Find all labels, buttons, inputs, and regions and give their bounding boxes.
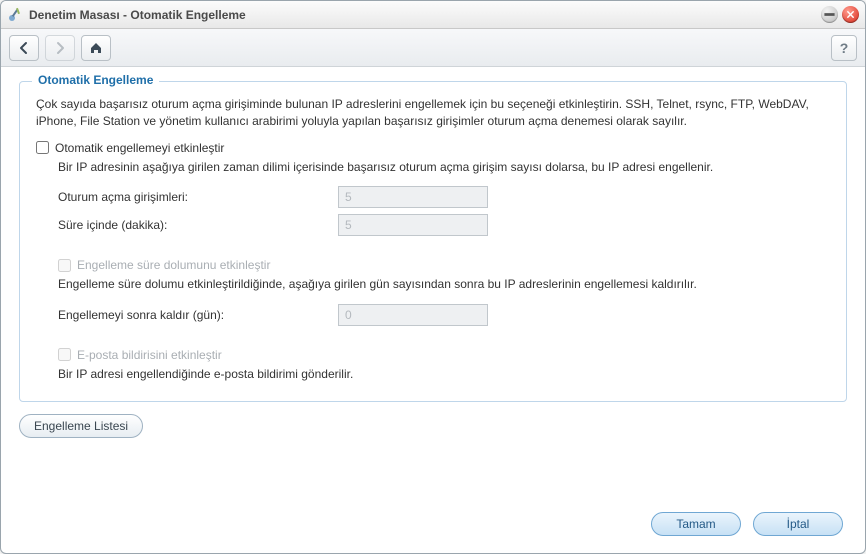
enable-autoblock-row[interactable]: Otomatik engellemeyi etkinleştir: [36, 141, 830, 155]
enable-autoblock-desc: Bir IP adresinin aşağıya girilen zaman d…: [58, 159, 830, 176]
email-desc: Bir IP adresi engellendiğinde e-posta bi…: [58, 366, 830, 383]
forward-button[interactable]: [45, 35, 75, 61]
dialog-footer: Tamam İptal: [1, 501, 865, 553]
block-list-button[interactable]: Engelleme Listesi: [19, 414, 143, 438]
window-title: Denetim Masası - Otomatik Engelleme: [29, 8, 821, 22]
expiration-desc: Engelleme süre dolumu etkinleştirildiğin…: [58, 276, 830, 293]
within-minutes-input[interactable]: [338, 214, 488, 236]
login-attempts-row: Oturum açma girişimleri:: [58, 186, 830, 208]
ok-button[interactable]: Tamam: [651, 512, 741, 536]
enable-email-label: E-posta bildirisini etkinleştir: [77, 348, 222, 362]
close-button[interactable]: [842, 6, 859, 23]
cancel-button[interactable]: İptal: [753, 512, 843, 536]
login-attempts-label: Oturum açma girişimleri:: [58, 190, 338, 204]
app-icon: [7, 7, 23, 23]
enable-autoblock-checkbox[interactable]: [36, 141, 49, 154]
expire-days-input[interactable]: [338, 304, 488, 326]
ok-button-label: Tamam: [676, 517, 715, 531]
help-icon: ?: [840, 40, 849, 56]
auto-block-fieldset: Otomatik Engelleme Çok sayıda başarısız …: [19, 81, 847, 402]
help-button[interactable]: ?: [831, 35, 857, 61]
fieldset-legend: Otomatik Engelleme: [32, 73, 159, 87]
login-attempts-input[interactable]: [338, 186, 488, 208]
within-minutes-row: Süre içinde (dakika):: [58, 214, 830, 236]
back-button[interactable]: [9, 35, 39, 61]
home-button[interactable]: [81, 35, 111, 61]
window-buttons: [821, 6, 859, 23]
enable-expiration-row[interactable]: Engelleme süre dolumunu etkinleştir: [58, 258, 830, 272]
enable-autoblock-label: Otomatik engellemeyi etkinleştir: [55, 141, 224, 155]
fieldset-description: Çok sayıda başarısız oturum açma girişim…: [36, 96, 830, 131]
block-list-button-label: Engelleme Listesi: [34, 419, 128, 433]
enable-expiration-checkbox[interactable]: [58, 259, 71, 272]
expire-days-row: Engellemeyi sonra kaldır (gün):: [58, 304, 830, 326]
toolbar: ?: [1, 29, 865, 67]
expire-days-label: Engellemeyi sonra kaldır (gün):: [58, 308, 338, 322]
enable-email-row[interactable]: E-posta bildirisini etkinleştir: [58, 348, 830, 362]
cancel-button-label: İptal: [787, 517, 810, 531]
window: Denetim Masası - Otomatik Engelleme ? Ot…: [0, 0, 866, 554]
enable-expiration-label: Engelleme süre dolumunu etkinleştir: [77, 258, 270, 272]
titlebar: Denetim Masası - Otomatik Engelleme: [1, 1, 865, 29]
within-minutes-label: Süre içinde (dakika):: [58, 218, 338, 232]
minimize-button[interactable]: [821, 6, 838, 23]
enable-email-checkbox[interactable]: [58, 348, 71, 361]
content-area: Otomatik Engelleme Çok sayıda başarısız …: [1, 67, 865, 501]
